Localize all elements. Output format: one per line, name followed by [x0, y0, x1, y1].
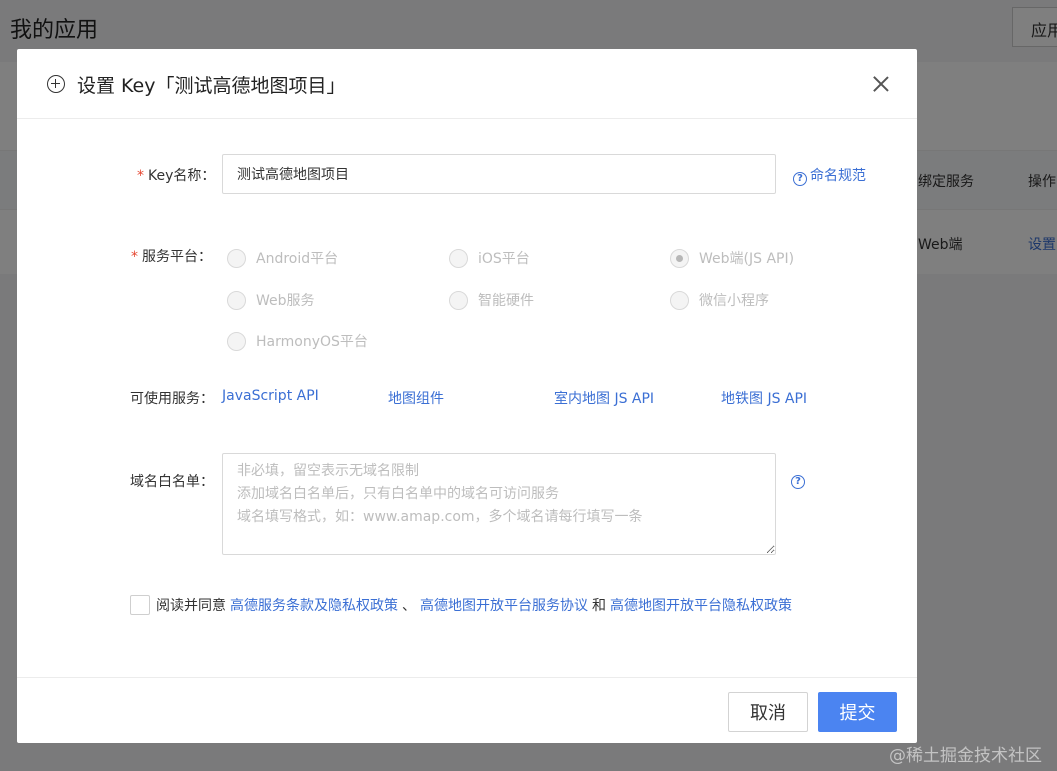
key-name-label: * Key名称：: [137, 165, 215, 185]
dialog-header: 设置 Key「测试高德地图项目」: [17, 49, 917, 119]
radio-circle: [449, 290, 468, 310]
terms-privacy-link[interactable]: 高德服务条款及隐私权政策: [230, 595, 398, 615]
privacy-policy-link[interactable]: 高德地图开放平台隐私权政策: [610, 595, 792, 615]
agreement-row: 阅读并同意 高德服务条款及隐私权政策 、 高德地图开放平台服务协议 和 高德地图…: [130, 595, 792, 615]
cancel-button[interactable]: 取消: [728, 692, 808, 732]
close-icon[interactable]: [872, 75, 890, 93]
watermark: @稀土掘金技术社区: [889, 746, 1042, 766]
radio-wechat-miniprogram[interactable]: 微信小程序: [670, 290, 769, 310]
naming-rules-text: 命名规范: [810, 168, 866, 184]
radio-android[interactable]: Android平台: [227, 248, 338, 268]
platform-label: * 服务平台：: [131, 246, 212, 266]
radio-label: Web服务: [256, 293, 315, 309]
platform-label-text: 服务平台：: [142, 249, 212, 265]
radio-harmonyos[interactable]: HarmonyOS平台: [227, 331, 368, 351]
service-subway-map[interactable]: 地铁图 JS API: [721, 388, 807, 408]
plus-circle-icon: [47, 75, 65, 93]
required-mark: *: [137, 168, 144, 184]
radio-ios[interactable]: iOS平台: [449, 248, 530, 268]
radio-circle: [227, 248, 246, 268]
service-agreement-link[interactable]: 高德地图开放平台服务协议: [420, 595, 588, 615]
radio-label: HarmonyOS平台: [256, 334, 368, 350]
agreement-separator: 、: [402, 598, 416, 614]
radio-label: 智能硬件: [478, 293, 534, 309]
key-name-label-text: Key名称：: [148, 168, 216, 184]
service-indoor-map[interactable]: 室内地图 JS API: [554, 388, 654, 408]
domain-help-icon[interactable]: ?: [791, 471, 808, 489]
dialog-title: 设置 Key「测试高德地图项目」: [77, 75, 346, 97]
radio-label: Android平台: [256, 251, 339, 267]
question-icon: ?: [793, 172, 807, 186]
radio-circle: [227, 331, 246, 351]
radio-smart-hardware[interactable]: 智能硬件: [449, 290, 534, 310]
agreement-checkbox[interactable]: [130, 595, 150, 615]
service-map-component[interactable]: 地图组件: [388, 388, 444, 408]
radio-label: iOS平台: [478, 251, 530, 267]
set-key-dialog: 设置 Key「测试高德地图项目」 *Key名称： ?命名规范 *服务平台： An…: [17, 49, 917, 743]
radio-circle: [227, 290, 246, 310]
radio-web-service[interactable]: Web服务: [227, 290, 315, 310]
naming-rules-link[interactable]: ? 命名规范: [793, 165, 866, 186]
radio-label: Web端(JS API): [699, 251, 795, 267]
required-mark: *: [131, 249, 138, 265]
radio-circle: [670, 290, 689, 310]
domain-whitelist-label: 域名白名单：: [130, 474, 214, 490]
agreement-separator: 和: [592, 598, 606, 614]
agreement-prefix: 阅读并同意: [156, 598, 226, 614]
service-javascript-api[interactable]: JavaScript API: [222, 388, 319, 404]
question-icon: ?: [791, 475, 805, 489]
services-label: 可使用服务：: [130, 391, 214, 407]
radio-circle-checked: [670, 248, 689, 268]
submit-button[interactable]: 提交: [818, 692, 897, 732]
radio-label: 微信小程序: [699, 293, 769, 309]
dialog-footer: 取消 提交: [17, 677, 917, 743]
radio-web-js-api[interactable]: Web端(JS API): [670, 248, 794, 268]
radio-circle: [449, 248, 468, 268]
domain-whitelist-textarea[interactable]: [222, 453, 776, 555]
key-name-input[interactable]: [222, 154, 776, 194]
